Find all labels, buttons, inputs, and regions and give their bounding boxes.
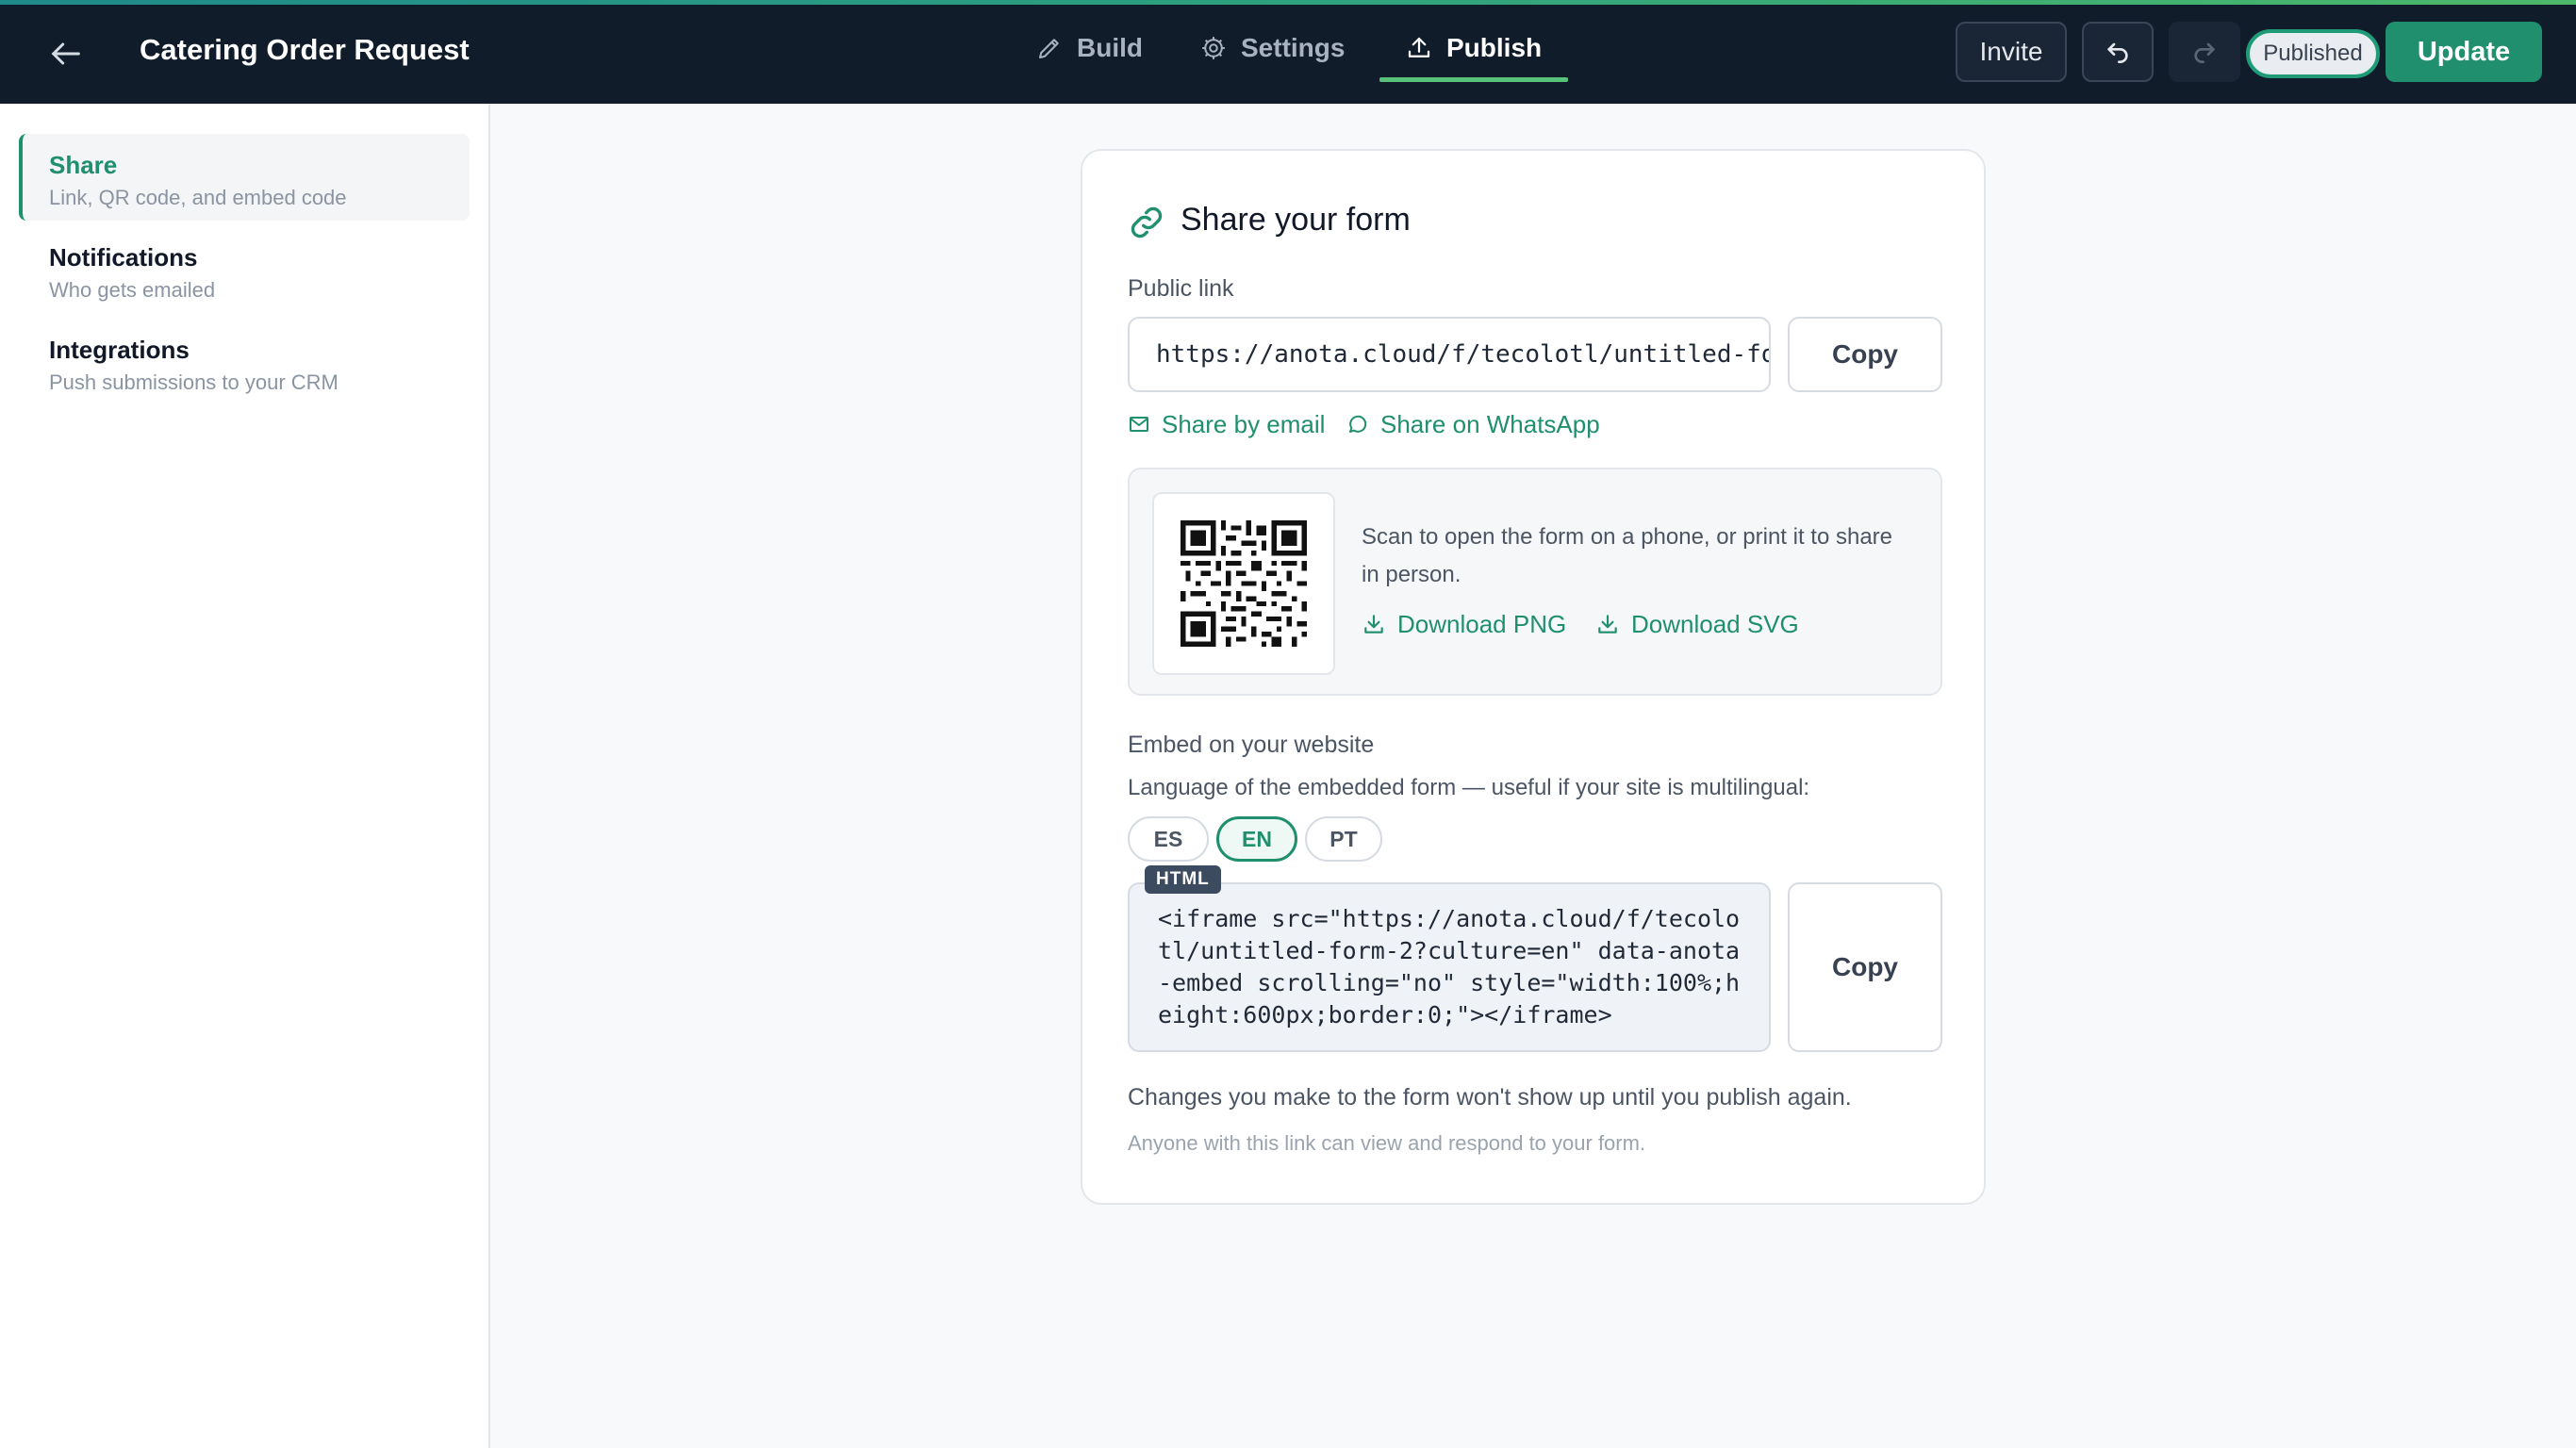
sidebar-item-title: Share bbox=[49, 151, 118, 179]
publish-sidebar: Share Link, QR code, and embed code Noti… bbox=[0, 104, 490, 1448]
tab-settings[interactable]: Settings bbox=[1199, 29, 1345, 67]
tab-build[interactable]: Build bbox=[1035, 29, 1143, 67]
sidebar-item-subtitle: Link, QR code, and embed code bbox=[49, 186, 347, 209]
download-svg-label: Download SVG bbox=[1631, 609, 1799, 638]
sidebar-item-subtitle: Who gets emailed bbox=[49, 278, 216, 302]
public-link-field[interactable]: https://anota.cloud/f/tecolotl/untitled-… bbox=[1128, 317, 1771, 392]
redo-button[interactable] bbox=[2169, 22, 2240, 82]
qr-code-panel: Scan to open the form on a phone, or pri… bbox=[1128, 468, 1942, 696]
sidebar-item-notifications[interactable]: Notifications Who gets emailed bbox=[19, 226, 470, 313]
tab-publish-label: Publish bbox=[1446, 33, 1543, 62]
gear-icon bbox=[1202, 37, 1225, 59]
access-note: Anyone with this link can view and respo… bbox=[1128, 1131, 1646, 1155]
embed-language-help: Language of the embedded form — useful i… bbox=[1128, 775, 1810, 800]
language-option-pt[interactable]: PT bbox=[1305, 816, 1382, 862]
published-status-badge: Published bbox=[2246, 29, 2380, 78]
public-link-label: Public link bbox=[1128, 275, 1234, 302]
html-code-tag: HTML bbox=[1145, 865, 1221, 894]
embed-label: Embed on your website bbox=[1128, 732, 1375, 758]
form-title: Catering Order Request bbox=[140, 33, 470, 66]
back-arrow-icon[interactable] bbox=[47, 35, 85, 73]
download-svg-link[interactable]: Download SVG bbox=[1595, 607, 1799, 641]
pencil-icon bbox=[1039, 39, 1059, 58]
language-option-en[interactable]: EN bbox=[1216, 816, 1297, 862]
share-on-whatsapp-link[interactable]: Share on WhatsApp bbox=[1346, 407, 1600, 441]
download-png-link[interactable]: Download PNG bbox=[1362, 607, 1566, 641]
share-card: Share your form Public link https://anot… bbox=[1081, 149, 1986, 1205]
copy-link-button[interactable]: Copy bbox=[1788, 317, 1942, 392]
qr-description: Scan to open the form on a phone, or pri… bbox=[1362, 524, 1893, 587]
language-option-es[interactable]: ES bbox=[1128, 816, 1209, 862]
download-icon bbox=[1364, 615, 1383, 634]
share-email-label: Share by email bbox=[1162, 409, 1326, 438]
sidebar-item-share[interactable]: Share Link, QR code, and embed code bbox=[19, 134, 470, 221]
card-title: Share your form bbox=[1181, 202, 1411, 238]
invite-button[interactable]: Invite bbox=[1956, 22, 2067, 82]
active-tab-indicator bbox=[1379, 77, 1568, 82]
copy-embed-button[interactable]: Copy bbox=[1788, 882, 1942, 1052]
tab-build-label: Build bbox=[1077, 33, 1143, 62]
tab-publish[interactable]: Publish bbox=[1405, 29, 1542, 67]
link-icon bbox=[1128, 204, 1165, 241]
tab-settings-label: Settings bbox=[1241, 33, 1346, 62]
download-icon bbox=[1598, 615, 1617, 634]
share-by-email-link[interactable]: Share by email bbox=[1128, 407, 1325, 441]
download-png-label: Download PNG bbox=[1397, 609, 1567, 638]
update-button[interactable]: Update bbox=[2386, 22, 2542, 82]
app-header: Catering Order Request Build Settings Pu… bbox=[0, 5, 2576, 104]
upload-icon bbox=[1408, 37, 1430, 58]
embed-code-box[interactable]: <iframe src="https://anota.cloud/f/tecol… bbox=[1128, 882, 1771, 1052]
qr-code-image bbox=[1152, 492, 1335, 675]
qr-code-icon bbox=[1181, 520, 1307, 647]
mail-icon bbox=[1130, 417, 1148, 432]
undo-button[interactable] bbox=[2082, 22, 2154, 82]
sidebar-item-integrations[interactable]: Integrations Push submissions to your CR… bbox=[19, 319, 470, 405]
sidebar-item-subtitle: Push submissions to your CRM bbox=[49, 370, 339, 394]
sidebar-item-title: Notifications bbox=[49, 243, 198, 272]
undo-icon bbox=[2107, 42, 2128, 63]
sidebar-item-title: Integrations bbox=[49, 336, 190, 364]
publish-note: Changes you make to the form won't show … bbox=[1128, 1084, 1852, 1111]
redo-icon bbox=[2194, 42, 2215, 63]
chat-bubble-icon bbox=[1349, 415, 1367, 433]
share-whatsapp-label: Share on WhatsApp bbox=[1380, 409, 1600, 438]
